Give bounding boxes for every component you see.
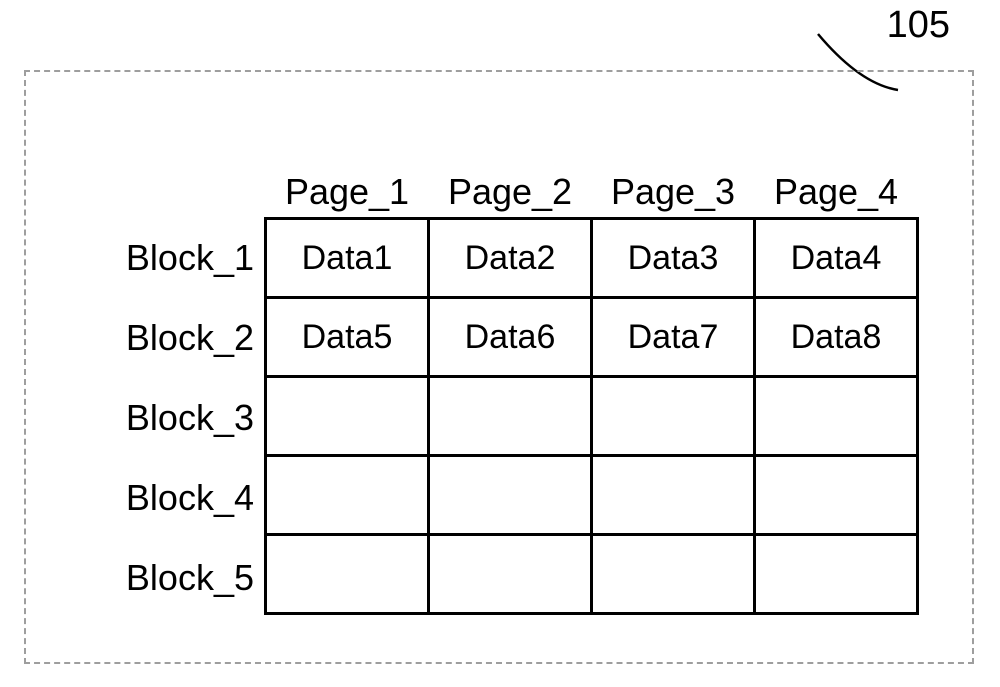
data-cell: Data3 (592, 219, 755, 298)
data-cell (429, 377, 592, 456)
table-row: Data5 Data6 Data7 Data8 (266, 298, 918, 377)
data-cell (266, 377, 429, 456)
column-header: Page_1 (266, 150, 429, 219)
layout-inner: Block_1 Block_2 Block_3 Block_4 Block_5 … (64, 102, 934, 632)
row-label: Block_4 (102, 458, 262, 538)
data-cell (592, 377, 755, 456)
table-row: Data1 Data2 Data3 Data4 (266, 219, 918, 298)
data-cell (592, 456, 755, 535)
data-cell (755, 456, 918, 535)
table-row (266, 377, 918, 456)
column-header-row: Page_1 Page_2 Page_3 Page_4 (266, 150, 918, 219)
data-cell (429, 535, 592, 614)
column-header: Page_4 (755, 150, 918, 219)
data-cell (755, 377, 918, 456)
data-cell: Data5 (266, 298, 429, 377)
reference-number: 105 (887, 4, 950, 47)
data-cell: Data7 (592, 298, 755, 377)
column-header: Page_3 (592, 150, 755, 219)
row-label: Block_3 (102, 378, 262, 458)
data-cell: Data8 (755, 298, 918, 377)
diagram-canvas: 105 Block_1 Block_2 Block_3 Block_4 Bloc… (0, 0, 1000, 687)
memory-map-table: Page_1 Page_2 Page_3 Page_4 Data1 Data2 … (264, 150, 919, 615)
row-label: Block_2 (102, 298, 262, 378)
table-row (266, 456, 918, 535)
data-cell: Data6 (429, 298, 592, 377)
data-cell (429, 456, 592, 535)
data-cell (266, 535, 429, 614)
data-cell: Data2 (429, 219, 592, 298)
column-header: Page_2 (429, 150, 592, 219)
memory-region-box: Block_1 Block_2 Block_3 Block_4 Block_5 … (24, 70, 974, 664)
row-label: Block_5 (102, 538, 262, 618)
table-row (266, 535, 918, 614)
data-cell: Data1 (266, 219, 429, 298)
row-label: Block_1 (102, 218, 262, 298)
data-cell (592, 535, 755, 614)
data-cell (266, 456, 429, 535)
data-cell: Data4 (755, 219, 918, 298)
data-cell (755, 535, 918, 614)
row-labels: Block_1 Block_2 Block_3 Block_4 Block_5 (102, 218, 262, 618)
